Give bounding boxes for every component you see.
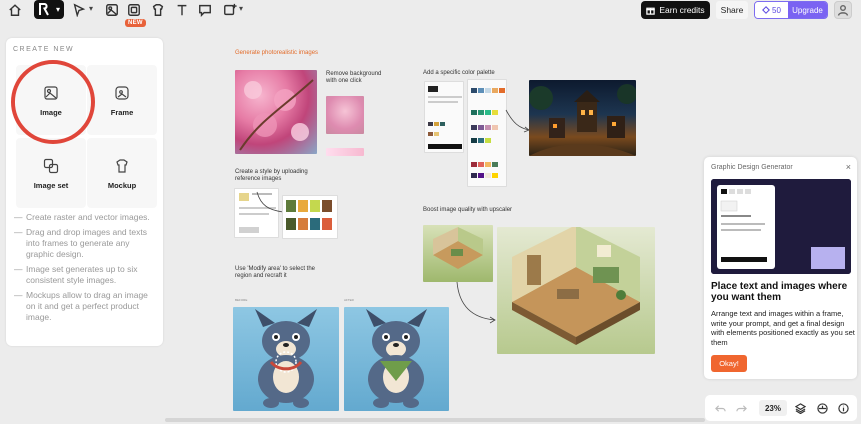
remove-bg-after-image[interactable] [326,148,364,156]
list-item: — Create raster and vector images. [14,212,150,222]
share-button[interactable]: Share [716,1,748,19]
list-item: — Drag and drop images and texts into fra… [14,227,147,259]
photoreal-caption: Generate photorealistic images [235,50,319,56]
room-upscaled-image[interactable] [497,225,655,354]
tile-label: Frame [110,107,134,117]
style-references-image[interactable] [282,195,338,239]
frame-tool-icon[interactable] [125,1,143,19]
create-mockup-tile[interactable]: Mockup [87,138,157,208]
tips-list: — Create raster and vector images. — Drag … [14,212,159,327]
credits-count[interactable]: 50 [755,2,788,18]
earn-credits-button[interactable]: Earn credits [641,1,710,19]
tile-label: Mockup [107,180,137,190]
palette-panel-image[interactable] [424,81,464,153]
layers-icon[interactable] [793,401,807,415]
undo-icon[interactable] [713,401,727,415]
popup-preview-image [711,179,851,274]
zoom-controls: 23% [705,395,857,421]
remove-bg-caption: Remove background with one click [326,71,382,84]
popup-title: Graphic Design Generator [711,164,793,171]
okay-button[interactable]: Okay! [711,355,747,372]
credits-icon [762,6,770,14]
app-logo-menu[interactable]: ▾ [34,0,64,19]
image-tool-icon[interactable] [103,1,121,19]
arrow-icon [256,191,284,213]
add-image-tool-icon[interactable] [221,1,239,19]
create-new-heading: CREATE NEW [13,46,75,53]
frame-icon [113,84,131,102]
popup-body: Arrange text and images within a frame, … [711,309,855,347]
history-icon[interactable] [815,401,829,415]
highlight-circle [11,60,95,144]
remove-bg-before-image[interactable] [326,96,364,134]
new-badge: NEW [125,19,146,27]
chevron-down-icon: ▾ [56,5,61,14]
zoom-level[interactable]: 23% [759,400,787,416]
dog-before-image[interactable] [233,307,339,411]
select-tool-icon[interactable] [70,1,88,19]
cherry-blossom-image[interactable] [235,70,317,154]
create-new-panel: CREATE NEW Image Frame Image set Mockup … [6,38,163,346]
home-icon[interactable] [6,1,24,19]
chevron-down-icon[interactable]: ▾ [239,4,243,13]
gift-icon [646,7,656,15]
redo-icon[interactable] [734,401,748,415]
graphic-design-generator-popup: Graphic Design Generator × Place text an… [704,157,857,379]
fantasy-town-image[interactable] [529,80,637,156]
earn-credits-label: Earn credits [659,5,705,15]
help-icon[interactable] [836,401,850,415]
user-icon [837,5,849,16]
arrow-icon [505,109,530,133]
upscaler-caption: Boost image quality with upscaler [423,207,513,213]
horizontal-scrollbar[interactable] [165,418,705,422]
create-frame-tile[interactable]: Frame [87,65,157,135]
dog-after-image[interactable] [344,307,449,411]
modify-caption: Use 'Modify area' to select the region a… [235,266,315,279]
close-icon[interactable]: × [846,162,851,172]
credits-value: 50 [772,5,781,15]
image-set-icon [42,157,60,175]
color-palette-caption: Add a specific color palette [423,70,495,76]
after-label: AFTER [344,298,354,302]
top-toolbar: ▾ ▾ NEW ▾ Earn credits Share 50 Upgrade [0,0,861,27]
avatar[interactable] [834,1,852,19]
palette-swatches-image[interactable] [467,79,507,187]
arrow-icon [456,281,496,324]
style-caption: Create a style by uploading reference im… [235,169,308,182]
list-item: — Mockups allow to drag an image on it an… [14,290,148,322]
mockup-tool-icon[interactable] [149,1,167,19]
before-label: BEFORE [235,298,248,302]
popup-heading: Place text and images where you want the… [711,281,848,303]
chevron-down-icon[interactable]: ▾ [89,4,93,13]
tile-label: Image set [33,180,69,190]
tshirt-icon [113,157,131,175]
text-tool-icon[interactable] [173,1,191,19]
create-image-set-tile[interactable]: Image set [16,138,86,208]
room-small-image[interactable] [423,225,493,282]
comment-tool-icon[interactable] [196,1,214,19]
credits-box: 50 Upgrade [754,1,828,19]
list-item: — Image set generates up to six consisten… [14,264,138,285]
upgrade-button[interactable]: Upgrade [788,2,827,18]
logo-icon [39,3,49,16]
